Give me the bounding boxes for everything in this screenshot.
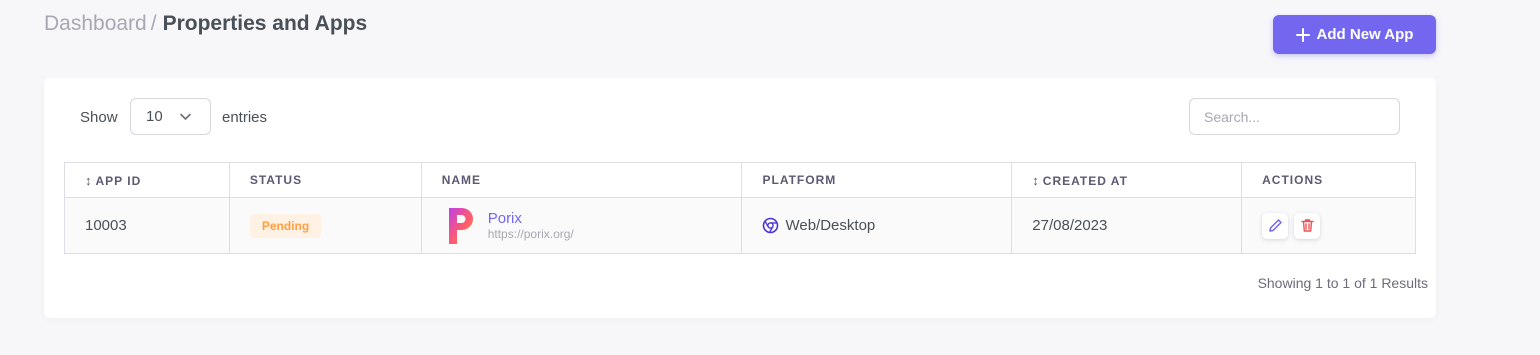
apps-card: Show 10 entries ↕APP ID STATUS NAME PLAT… <box>44 78 1436 318</box>
add-new-app-button[interactable]: Add New App <box>1273 15 1436 54</box>
trash-icon <box>1300 219 1314 232</box>
status-badge: Pending <box>249 213 322 238</box>
entries-select-value: 10 <box>146 108 163 125</box>
breadcrumb: Dashboard / Properties and Apps <box>44 11 367 37</box>
plus-icon <box>1295 27 1310 42</box>
column-header-platform: PLATFORM <box>741 162 1013 198</box>
entries-label: entries <box>222 109 268 126</box>
name-cell: Porix https://porix.org/ <box>420 197 743 254</box>
column-header-status: STATUS <box>228 162 422 198</box>
column-header-created-at[interactable]: ↕ CREATED AT <box>1011 162 1243 198</box>
delete-button[interactable] <box>1294 212 1321 239</box>
status-cell: Pending <box>228 197 422 254</box>
sort-icon: ↕ <box>85 172 93 188</box>
show-label: Show <box>80 109 118 126</box>
apps-table: ↕ APP ID STATUS NAME PLATFORM ↕ CREATED AT… <box>64 162 1416 254</box>
platform-cell: Web/Desktop <box>741 197 1013 254</box>
search-input[interactable] <box>1189 98 1400 135</box>
sort-icon: ↕ <box>1032 172 1040 188</box>
chrome-icon <box>763 217 779 234</box>
page-title: Properties and Apps <box>162 12 368 35</box>
platform-label: Web/Desktop <box>785 217 876 234</box>
column-header-actions: ACTIONS <box>1241 162 1416 198</box>
column-header-name: NAME <box>420 162 743 198</box>
table-header-row: ↕ APP ID STATUS NAME PLATFORM ↕ CREATED AT… <box>64 162 1416 198</box>
add-new-app-label: Add New App <box>1316 26 1414 43</box>
breadcrumb-separator: / <box>150 12 157 35</box>
results-summary: Showing 1 to 1 of 1 Results <box>1257 275 1428 291</box>
chevron-down-icon <box>180 113 191 120</box>
edit-button[interactable] <box>1262 212 1289 239</box>
app-id-cell: 10003 <box>64 197 230 254</box>
pencil-icon <box>1268 219 1282 232</box>
app-name-link[interactable]: Porix <box>488 210 574 227</box>
porix-logo-icon <box>448 207 473 244</box>
entries-per-page-select[interactable]: 10 <box>130 98 211 135</box>
column-header-app-id[interactable]: ↕ APP ID <box>64 162 230 198</box>
created-at-cell: 27/08/2023 <box>1011 197 1243 254</box>
table-row: 10003 Pending Porix https://porix.org/ W… <box>64 197 1416 254</box>
actions-cell <box>1241 197 1416 254</box>
breadcrumb-dashboard-link[interactable]: Dashboard <box>44 12 147 35</box>
app-url: https://porix.org/ <box>487 227 574 241</box>
